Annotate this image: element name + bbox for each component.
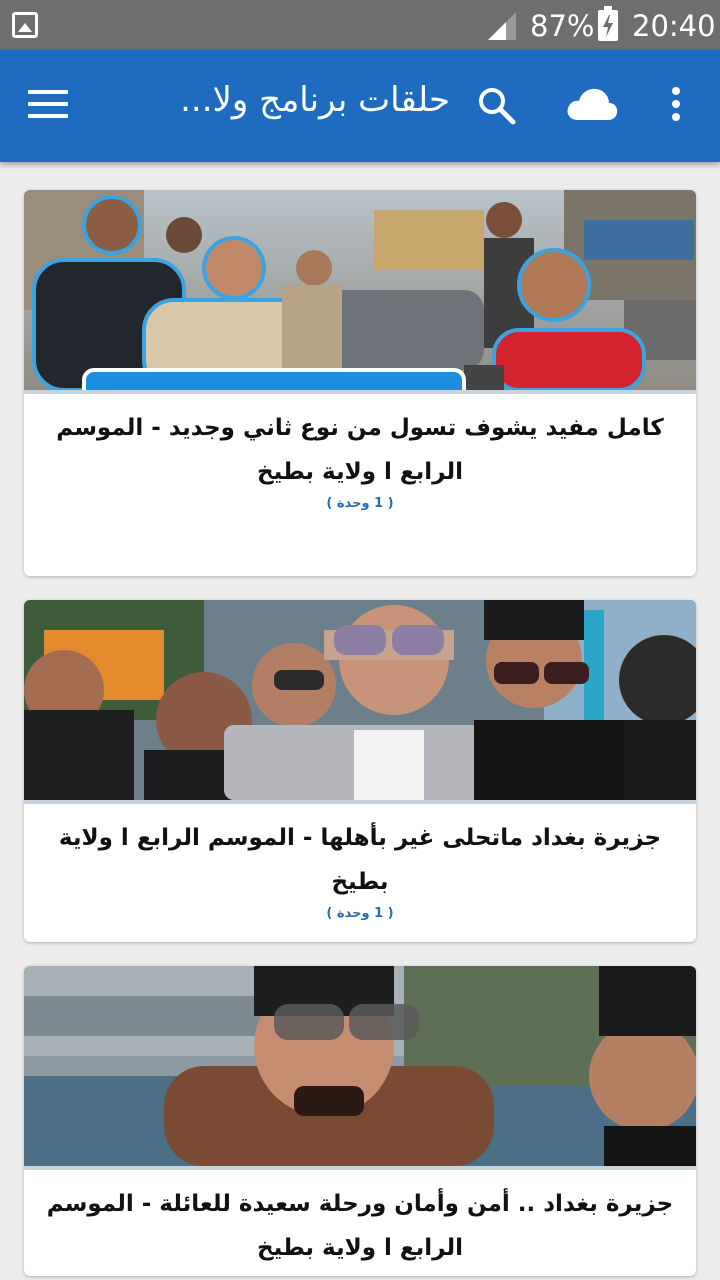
cloud-icon[interactable] xyxy=(566,86,618,122)
item-count: ( 1 وحدة ) xyxy=(326,496,394,511)
overflow-menu-icon[interactable] xyxy=(664,85,688,127)
battery-percent: 87% xyxy=(530,9,595,43)
list-item[interactable]: كامل مفيد يشوف تسول من نوع ثاني وجديد - … xyxy=(24,190,696,576)
video-thumbnail xyxy=(24,966,696,1166)
video-thumbnail xyxy=(24,190,696,390)
app-bar: حلقات برنامج ولا... xyxy=(0,50,720,162)
clock: 20:40 xyxy=(632,9,716,43)
status-bar: 87% 20:40 xyxy=(0,0,720,50)
gallery-notification-icon xyxy=(12,12,38,38)
list-item[interactable]: جزيرة بغداد .. أمن وأمان ورحلة سعيدة للع… xyxy=(24,966,696,1276)
battery-charging-icon xyxy=(598,6,618,41)
video-title: جزيرة بغداد .. أمن وأمان ورحلة سعيدة للع… xyxy=(46,1191,674,1261)
list-item[interactable]: جزيرة بغداد ماتحلى غير بأهلها - الموسم ا… xyxy=(24,600,696,942)
page-title: حلقات برنامج ولا... xyxy=(180,80,450,120)
video-thumbnail xyxy=(24,600,696,800)
video-title: كامل مفيد يشوف تسول من نوع ثاني وجديد - … xyxy=(56,415,664,485)
item-count: ( 1 وحدة ) xyxy=(326,906,394,921)
search-icon[interactable] xyxy=(475,84,517,126)
hamburger-menu-icon[interactable] xyxy=(28,90,68,122)
signal-icon xyxy=(488,12,516,40)
video-title: جزيرة بغداد ماتحلى غير بأهلها - الموسم ا… xyxy=(58,825,662,895)
